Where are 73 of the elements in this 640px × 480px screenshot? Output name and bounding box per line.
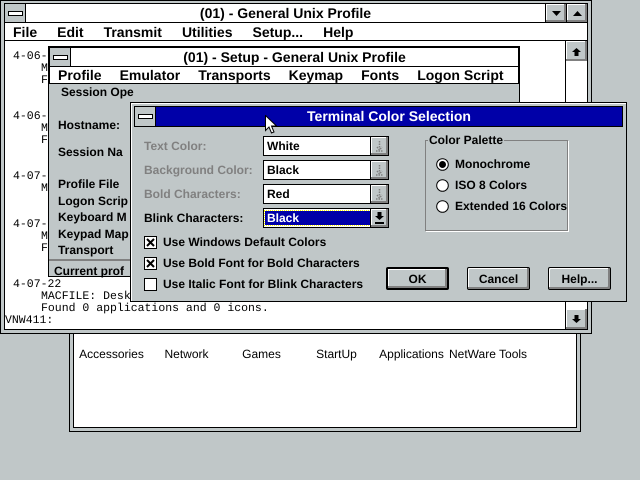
- field-label: Keyboard M: [58, 209, 127, 226]
- program-group-label[interactable]: Accessories: [74, 347, 149, 361]
- menu-item[interactable]: Keymap: [288, 67, 344, 83]
- log-line: F: [41, 243, 48, 255]
- dialog-button[interactable]: OK: [386, 267, 449, 290]
- palette-radio[interactable]: ISO 8 Colors: [436, 178, 567, 192]
- maximize-icon[interactable]: [566, 4, 587, 22]
- radio-icon[interactable]: [436, 158, 449, 170]
- program-group-label[interactable]: Network: [149, 347, 224, 361]
- field-label: Session Na: [58, 144, 123, 160]
- program-group-label[interactable]: NetWare Tools: [449, 347, 524, 361]
- option-checkbox[interactable]: Use Italic Font for Blink Characters: [144, 277, 364, 291]
- color-label: Text Color:: [144, 139, 208, 153]
- menu-item[interactable]: File: [13, 24, 38, 40]
- log-date: 4-06-: [13, 51, 48, 63]
- system-menu-icon[interactable]: [50, 48, 71, 66]
- menu-item[interactable]: Setup...: [252, 24, 304, 40]
- field-label: Hostname:: [58, 117, 120, 133]
- log-line: M: [41, 123, 48, 135]
- color-label: Bold Characters:: [144, 187, 242, 201]
- menu-item[interactable]: Edit: [57, 24, 84, 40]
- field-label: Transport: [58, 242, 114, 258]
- dialog-button[interactable]: Help...: [548, 267, 611, 290]
- log-line: Found 0 applications and 0 icons.: [41, 303, 269, 315]
- log-line: F: [41, 75, 48, 87]
- log-line: MACFILE: Desk: [41, 291, 131, 303]
- log-date: 4-07-: [13, 171, 48, 183]
- radio-icon[interactable]: [436, 200, 449, 212]
- checkbox-icon[interactable]: [144, 256, 157, 270]
- menu-item[interactable]: Help: [323, 24, 354, 40]
- dialog-button[interactable]: Cancel: [467, 267, 530, 290]
- group-title: Color Palette: [428, 133, 504, 147]
- log-date: 4-07-: [13, 219, 48, 231]
- option-checkbox[interactable]: Use Windows Default Colors: [144, 235, 364, 249]
- minimize-icon[interactable]: [545, 4, 566, 22]
- dialog-title: Terminal Color Selection: [307, 107, 471, 126]
- menu-item[interactable]: Utilities: [182, 24, 233, 40]
- scroll-up-icon[interactable]: [566, 41, 587, 61]
- palette-radio[interactable]: Extended 16 Colors: [436, 199, 567, 213]
- color-dropdown[interactable]: Black: [263, 208, 389, 228]
- color-label: Background Color:: [144, 163, 254, 177]
- prompt-text: VNW411:: [5, 315, 54, 327]
- log-date: 4-06-: [13, 111, 48, 123]
- menu-item[interactable]: Transmit: [104, 24, 162, 40]
- program-group-label[interactable]: Applications: [374, 347, 449, 361]
- program-group-label[interactable]: StartUp: [299, 347, 374, 361]
- menu-item[interactable]: Fonts: [361, 67, 400, 83]
- checkbox-icon[interactable]: [144, 278, 157, 290]
- color-label: Blink Characters:: [144, 211, 244, 225]
- log-line: M: [41, 183, 48, 195]
- field-label: Logon Scrip: [58, 192, 128, 209]
- menu-item[interactable]: Logon Script: [417, 67, 504, 83]
- log-line: F: [41, 135, 48, 147]
- log-line: M: [41, 231, 48, 243]
- field-label: Profile File: [58, 176, 120, 192]
- option-checkbox[interactable]: Use Bold Font for Bold Characters: [144, 256, 364, 270]
- system-menu-icon[interactable]: [5, 4, 26, 22]
- status-text: Current prof: [54, 264, 124, 278]
- menu-item[interactable]: Profile: [58, 67, 102, 83]
- window-title: (01) - General Unix Profile: [198, 4, 372, 22]
- palette-radio[interactable]: Monochrome: [436, 157, 567, 171]
- field-label: Keypad Map: [58, 226, 129, 242]
- window-title: (01) - Setup - General Unix Profile: [182, 48, 407, 66]
- session-status-text: Session Ope: [61, 85, 134, 99]
- radio-icon[interactable]: [436, 178, 449, 192]
- system-menu-icon[interactable]: [135, 107, 156, 126]
- menu-item[interactable]: Transports: [198, 67, 271, 83]
- program-group-label[interactable]: Games: [224, 347, 299, 361]
- log-line: M: [41, 63, 48, 75]
- menu-item[interactable]: Emulator: [120, 67, 180, 83]
- log-date: 4-07-22: [13, 279, 62, 291]
- scroll-down-icon[interactable]: [566, 309, 587, 329]
- checkbox-icon[interactable]: [144, 236, 157, 248]
